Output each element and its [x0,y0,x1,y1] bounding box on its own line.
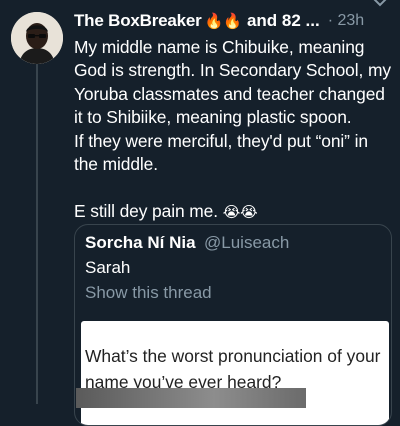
chevron-down-icon[interactable] [372,0,388,8]
tweet-body: My middle name is Chibuike, meaning God … [74,36,392,224]
quoted-author-name: Sorcha Ní Nia [85,233,196,252]
crying-emoji: 😭😭 [222,203,258,221]
timestamp[interactable]: · 23h [328,12,364,30]
thread-connector-line [36,64,38,404]
show-thread-link[interactable]: Show this thread [85,283,212,303]
avatar[interactable] [11,12,63,64]
tweet[interactable]: The BoxBreaker 🔥🔥 and 82 ... · 23h My mi… [74,8,392,224]
quoted-tweet-header: Sorcha Ní Nia @Luiseach [85,233,289,253]
author-name-rest[interactable]: and 82 ... [247,11,320,31]
tweet-text: My middle name is Chibuike, meaning God … [74,37,391,221]
quoted-photo-strip [76,388,306,408]
quoted-tweet-text: Sarah [85,258,131,277]
tweet-header: The BoxBreaker 🔥🔥 and 82 ... · 23h [74,8,392,34]
quoted-tweet-image[interactable]: What’s the worst pronunciation of your n… [81,321,389,425]
fire-emoji: 🔥🔥 [204,13,242,30]
author-name[interactable]: The BoxBreaker [74,11,202,31]
quoted-author-handle: @Luiseach [204,233,290,252]
